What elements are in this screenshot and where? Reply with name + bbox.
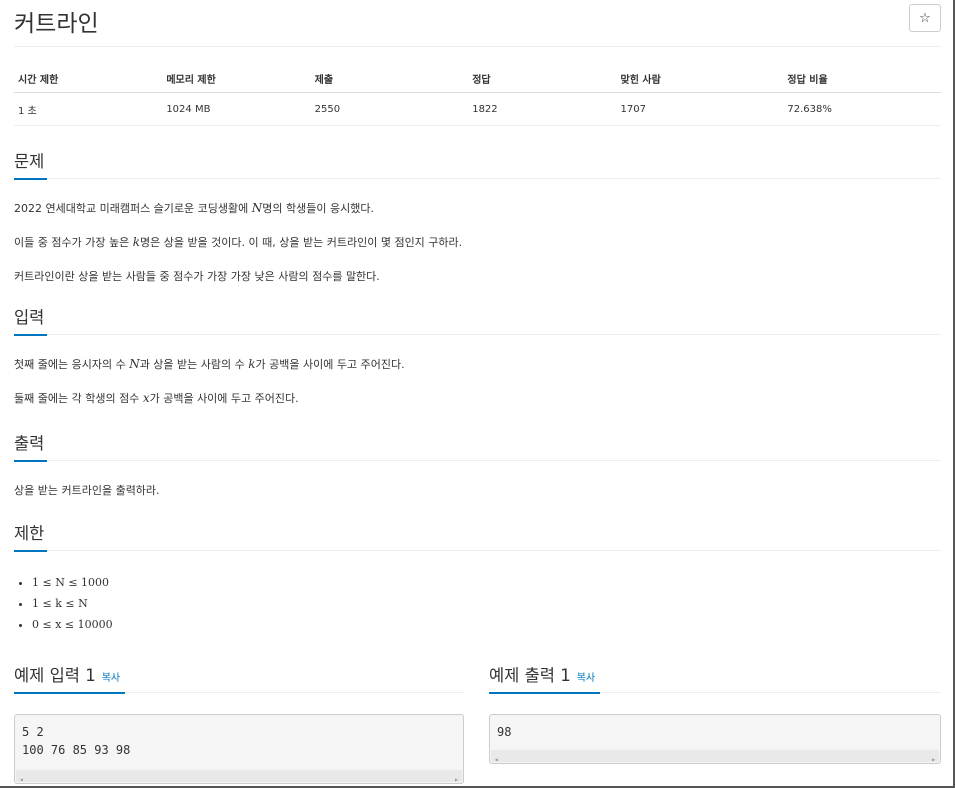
- section-underline: [14, 550, 47, 552]
- limits-list: 1 ≤ N ≤ 1000 1 ≤ k ≤ N 0 ≤ x ≤ 10000: [14, 572, 113, 635]
- input-line-1: 첫째 줄에는 응시자의 수 N과 상을 받는 사람의 수 k가 공백을 사이에 …: [14, 357, 405, 371]
- page-title: 커트라인: [14, 11, 99, 37]
- sample-input-title: 예제 입력 1: [14, 666, 96, 685]
- section-title: 문제: [14, 152, 45, 171]
- header-time-limit: 시간 제한: [14, 62, 163, 93]
- copy-sample-output-link[interactable]: 복사: [577, 673, 595, 684]
- section-header: 예제 입력 1 복사: [14, 662, 464, 694]
- section-header: 입력: [14, 304, 941, 336]
- scroll-left-icon[interactable]: ◂: [19, 771, 24, 783]
- section-title: 출력: [14, 434, 45, 453]
- header-accepted: 정답: [468, 62, 617, 93]
- output-line-1: 상을 받는 커트라인을 출력하라.: [14, 484, 160, 497]
- list-item: 1 ≤ N ≤ 1000: [32, 572, 113, 593]
- section-header: 제한: [14, 520, 941, 552]
- sample-input-block: 예제 입력 1 복사 5 2 100 76 85 93 98 ◂ ▸: [14, 662, 464, 784]
- sample-output-box[interactable]: 98 ◂ ▸: [489, 714, 941, 764]
- list-item: 0 ≤ x ≤ 10000: [32, 614, 113, 635]
- sample-output-text: 98: [497, 725, 512, 739]
- ratio-value: 72.638%: [783, 92, 941, 126]
- scroll-right-icon[interactable]: ▸: [454, 771, 459, 783]
- problem-page: 커트라인 ☆ 시간 제한 메모리 제한 제출 정답 맞힌 사람 정답 비율 1 …: [14, 0, 941, 784]
- memory-limit-value: 1024 MB: [162, 92, 311, 126]
- header-ratio: 정답 비율: [783, 62, 941, 93]
- sample-input-box[interactable]: 5 2 100 76 85 93 98 ◂ ▸: [14, 714, 464, 784]
- section-underline: [14, 692, 125, 694]
- horizontal-scrollbar[interactable]: ◂ ▸: [491, 750, 939, 763]
- submissions-value: 2550: [310, 92, 469, 126]
- section-underline: [14, 178, 47, 180]
- star-button[interactable]: ☆: [909, 4, 941, 32]
- star-icon: ☆: [919, 10, 931, 26]
- section-header: 문제: [14, 148, 941, 180]
- output-section: 출력 상을 받는 커트라인을 출력하라.: [14, 430, 941, 497]
- scroll-left-icon[interactable]: ◂: [494, 751, 499, 763]
- accepted-value: 1822: [468, 92, 617, 126]
- header-memory-limit: 메모리 제한: [162, 62, 311, 93]
- problem-line-1: 2022 연세대학교 미래캠퍼스 슬기로운 코딩생활에 N명의 학생들이 응시했…: [14, 201, 374, 215]
- solvers-value: 1707: [616, 92, 784, 126]
- input-line-2: 둘째 줄에는 각 학생의 점수 x가 공백을 사이에 두고 주어진다.: [14, 391, 299, 405]
- header-solvers: 맞힌 사람: [616, 62, 784, 93]
- sample-output-block: 예제 출력 1 복사 98 ◂ ▸: [489, 662, 941, 764]
- section-underline: [489, 692, 600, 694]
- sample-output-title: 예제 출력 1: [489, 666, 571, 685]
- copy-sample-input-link[interactable]: 복사: [102, 673, 120, 684]
- table-header-row: 시간 제한 메모리 제한 제출 정답 맞힌 사람 정답 비율: [14, 62, 941, 93]
- section-underline: [14, 334, 47, 336]
- section-title: 제한: [14, 524, 45, 543]
- sample-input-text: 5 2 100 76 85 93 98: [22, 725, 131, 757]
- list-item: 1 ≤ k ≤ N: [32, 593, 113, 614]
- problem-info-table: 시간 제한 메모리 제한 제출 정답 맞힌 사람 정답 비율 1 초 1024 …: [14, 62, 941, 126]
- scroll-right-icon[interactable]: ▸: [931, 751, 936, 763]
- title-row: 커트라인 ☆: [14, 0, 941, 47]
- section-title: 입력: [14, 308, 45, 327]
- problem-line-2: 이들 중 점수가 가장 높은 k명은 상을 받을 것이다. 이 때, 상을 받는…: [14, 235, 463, 249]
- problem-line-3: 커트라인이란 상을 받는 사람들 중 점수가 가장 가장 낮은 사람의 점수를 …: [14, 270, 380, 283]
- horizontal-scrollbar[interactable]: ◂ ▸: [16, 770, 462, 783]
- input-section: 입력 첫째 줄에는 응시자의 수 N과 상을 받는 사람의 수 k가 공백을 사…: [14, 304, 941, 405]
- problem-section: 문제 2022 연세대학교 미래캠퍼스 슬기로운 코딩생활에 N명의 학생들이 …: [14, 148, 941, 283]
- section-header: 출력: [14, 430, 941, 462]
- limits-section: 제한 1 ≤ N ≤ 1000 1 ≤ k ≤ N 0 ≤ x ≤ 10000: [14, 520, 941, 631]
- header-submissions: 제출: [310, 62, 469, 93]
- table-row: 1 초 1024 MB 2550 1822 1707 72.638%: [14, 92, 941, 126]
- section-header: 예제 출력 1 복사: [489, 662, 941, 694]
- section-underline: [14, 460, 47, 462]
- time-limit-value: 1 초: [14, 92, 163, 126]
